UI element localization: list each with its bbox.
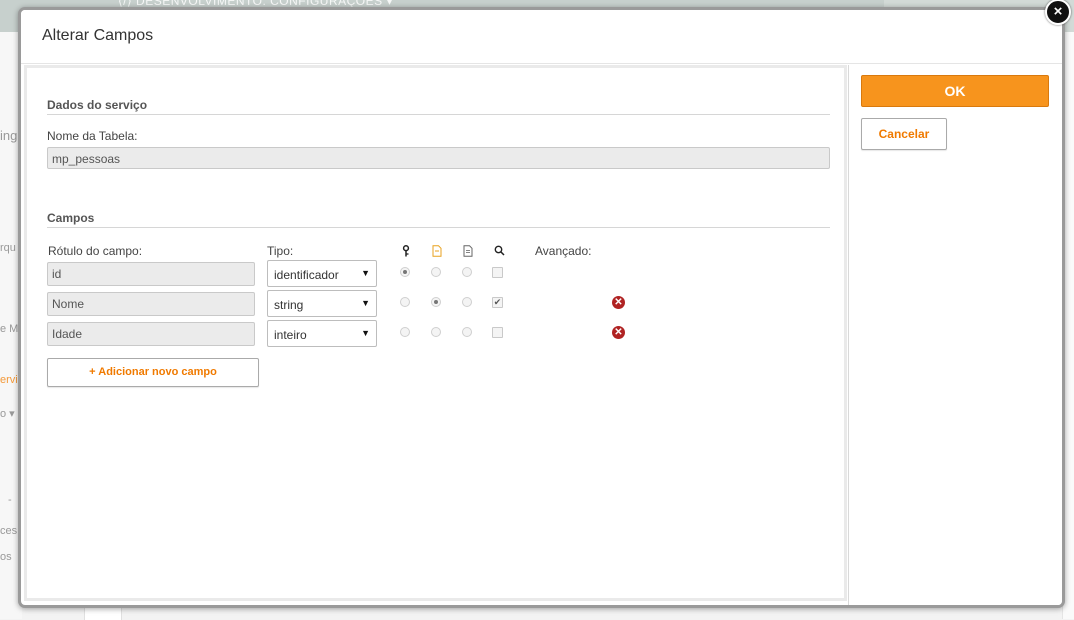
service-section-title: Dados do serviço (47, 98, 148, 112)
description-field-radio[interactable] (462, 297, 472, 307)
field-label-input[interactable]: id (47, 262, 255, 286)
field-type-value: identificador (274, 268, 339, 282)
divider (47, 227, 830, 228)
description-field-radio[interactable] (462, 327, 472, 337)
display-field-radio[interactable] (431, 297, 441, 307)
field-label-header: Rótulo do campo: (48, 244, 143, 258)
primary-key-radio[interactable] (400, 267, 410, 277)
dialog-title: Alterar Campos (42, 27, 154, 44)
advanced-header: Avançado: (535, 244, 592, 258)
bg-text-fragment: ces (0, 525, 18, 537)
dialog-actions: OK Cancelar (848, 65, 1062, 605)
delete-field-icon[interactable]: ✕ (612, 296, 625, 309)
dialog-content: Dados do serviço Nome da Tabela: mp_pess… (24, 65, 847, 601)
field-label-input[interactable]: Idade (47, 322, 255, 346)
field-type-select[interactable]: string ▼ (267, 290, 377, 317)
bg-text-fragment: os (0, 551, 12, 563)
key-icon (402, 245, 410, 260)
bg-text-fragment: ervi (0, 374, 18, 386)
divider (47, 114, 830, 115)
field-type-select[interactable]: identificador ▼ (267, 260, 377, 287)
type-header: Tipo: (267, 244, 294, 258)
dropdown-arrow-icon: ▼ (361, 328, 370, 338)
file-icon (463, 245, 473, 260)
dropdown-arrow-icon: ▼ (361, 298, 370, 308)
field-type-select[interactable]: inteiro ▼ (267, 320, 377, 347)
document-icon (432, 245, 442, 260)
bg-text-fragment: o ▾ (0, 408, 15, 420)
field-type-value: inteiro (274, 328, 307, 342)
form-panel: Dados do serviço Nome da Tabela: mp_pess… (27, 68, 844, 598)
field-type-value: string (274, 298, 304, 312)
table-name-label: Nome da Tabela: (47, 129, 138, 143)
delete-field-icon[interactable]: ✕ (612, 326, 625, 339)
cancel-button[interactable]: Cancelar (861, 118, 947, 150)
alterar-campos-dialog: Alterar Campos Dados do serviço Nome da … (18, 7, 1065, 608)
searchable-checkbox[interactable]: ✔ (492, 297, 503, 308)
search-icon (494, 245, 505, 259)
fields-section-title: Campos (47, 211, 95, 225)
primary-key-radio[interactable] (400, 297, 410, 307)
display-field-radio[interactable] (431, 267, 441, 277)
ok-button[interactable]: OK (861, 75, 1049, 107)
bg-text-fragment: ing (0, 128, 18, 143)
bg-text-fragment: - (8, 494, 12, 506)
description-field-radio[interactable] (462, 267, 472, 277)
add-field-button[interactable]: + Adicionar novo campo (47, 358, 259, 387)
dropdown-arrow-icon: ▼ (361, 268, 370, 278)
field-label-input[interactable]: Nome (47, 292, 255, 316)
searchable-checkbox[interactable] (492, 327, 503, 338)
primary-key-radio[interactable] (400, 327, 410, 337)
close-icon[interactable]: × (1045, 0, 1071, 25)
table-name-field[interactable]: mp_pessoas (47, 147, 830, 169)
bg-text-fragment: rqu (0, 242, 16, 254)
display-field-radio[interactable] (431, 327, 441, 337)
dialog-header: Alterar Campos (21, 10, 1062, 64)
searchable-checkbox[interactable] (492, 267, 503, 278)
